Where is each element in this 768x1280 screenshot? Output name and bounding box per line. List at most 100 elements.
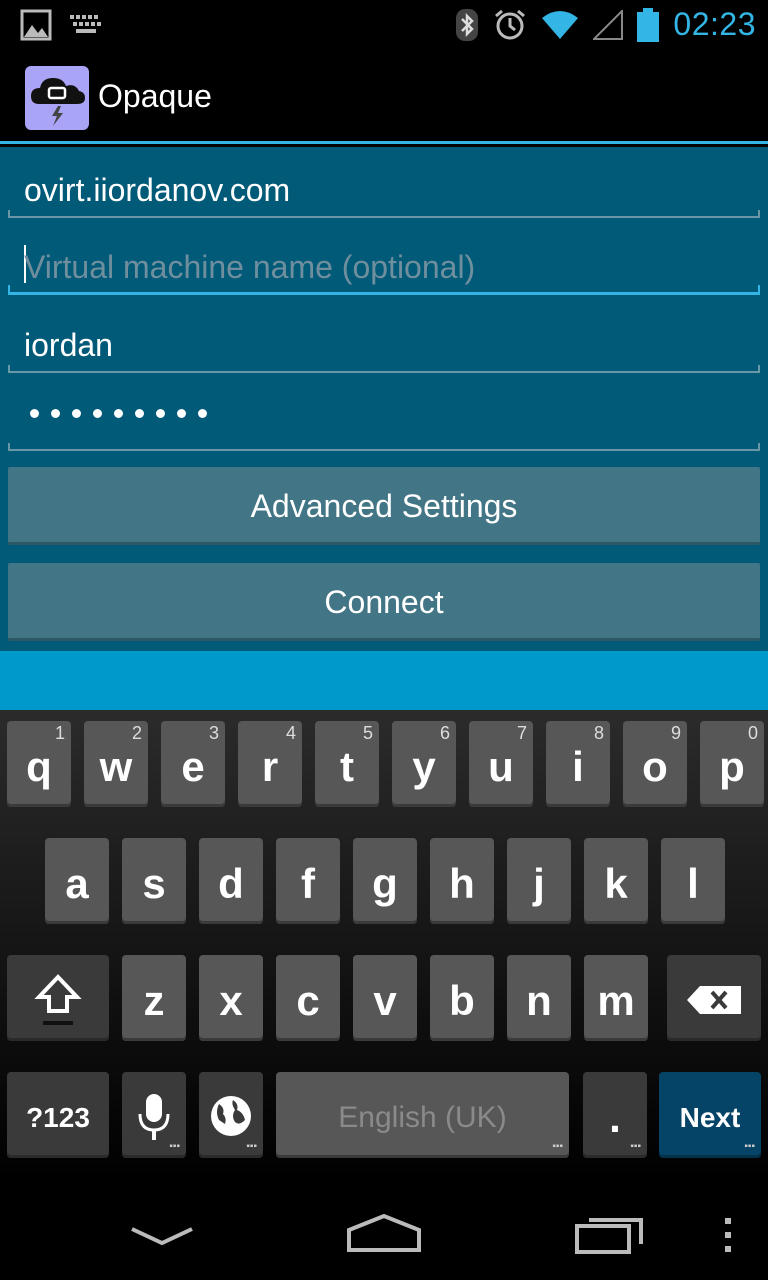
language-key[interactable]: ▪▪▪ (199, 1072, 263, 1158)
key-label: r (261, 743, 279, 790)
password-dot (51, 409, 60, 418)
microphone-icon (138, 1094, 170, 1140)
key-label: s (142, 860, 166, 907)
key-v[interactable]: v (353, 955, 417, 1041)
key-label: v (373, 977, 397, 1024)
key-label: o (642, 743, 668, 790)
action-bar: Opaque (0, 50, 768, 144)
signal-icon (593, 9, 624, 40)
bluetooth-icon (456, 8, 479, 41)
key-k[interactable]: k (584, 838, 648, 924)
key-r[interactable]: r4 (238, 721, 302, 807)
key-label: x (219, 977, 243, 1024)
key-label: f (301, 860, 315, 907)
home-icon[interactable] (346, 1212, 422, 1252)
period-key-label: . (609, 1094, 621, 1141)
key-label: t (340, 743, 354, 790)
key-hint: 2 (131, 723, 142, 743)
vm-name-placeholder: Virtual machine name (optional) (24, 249, 476, 285)
key-y[interactable]: y6 (392, 721, 456, 807)
key-hint: 0 (747, 723, 758, 743)
key-f[interactable]: f (276, 838, 340, 924)
username-value: iordan (24, 327, 113, 363)
picture-icon (20, 9, 52, 41)
key-label: d (218, 860, 244, 907)
key-h[interactable]: h (430, 838, 494, 924)
key-q[interactable]: q1 (7, 721, 71, 807)
key-w[interactable]: w2 (84, 721, 148, 807)
field-underline (8, 210, 760, 218)
voice-input-key[interactable]: ▪▪▪ (122, 1072, 186, 1158)
key-d[interactable]: d (199, 838, 263, 924)
key-label: a (65, 860, 89, 907)
more-options-indicator: ▪▪▪ (246, 1141, 257, 1152)
key-c[interactable]: c (276, 955, 340, 1041)
menu-icon[interactable] (723, 1218, 733, 1252)
next-key[interactable]: Next ▪▪▪ (659, 1072, 761, 1158)
key-m[interactable]: m (584, 955, 648, 1041)
space-key-label: English (UK) (338, 1101, 507, 1134)
key-i[interactable]: i8 (546, 721, 610, 807)
password-dot (177, 409, 186, 418)
cloud-lightning-icon[interactable] (25, 66, 89, 130)
soft-keyboard: ?123 ▪▪▪ ▪▪▪ English (UK) ▪▪▪ . ▪▪▪ Next… (0, 710, 768, 1180)
vm-name-field[interactable]: Virtual machine name (optional) (8, 231, 760, 295)
key-z[interactable]: z (122, 955, 186, 1041)
server-field[interactable]: ovirt.iiordanov.com (8, 154, 760, 218)
key-label: k (604, 860, 628, 907)
field-underline (8, 443, 760, 451)
content-spacer (0, 651, 768, 710)
key-x[interactable]: x (199, 955, 263, 1041)
key-o[interactable]: o9 (623, 721, 687, 807)
key-label: y (412, 743, 436, 790)
password-dot (135, 409, 144, 418)
advanced-settings-button[interactable]: Advanced Settings (8, 467, 760, 545)
key-label: w (99, 743, 133, 790)
key-hint: 6 (439, 723, 450, 743)
key-e[interactable]: e3 (161, 721, 225, 807)
wifi-icon (542, 10, 579, 39)
key-l[interactable]: l (661, 838, 725, 924)
key-hint: 4 (285, 723, 296, 743)
key-u[interactable]: u7 (469, 721, 533, 807)
shift-key[interactable] (7, 955, 109, 1041)
key-p[interactable]: p0 (700, 721, 764, 807)
key-hint: 5 (362, 723, 373, 743)
key-label: g (372, 860, 398, 907)
key-g[interactable]: g (353, 838, 417, 924)
key-label: b (449, 977, 475, 1024)
password-dot (198, 409, 207, 418)
key-hint: 1 (54, 723, 65, 743)
globe-icon (211, 1096, 251, 1136)
symbols-key[interactable]: ?123 (7, 1072, 109, 1158)
key-s[interactable]: s (122, 838, 186, 924)
key-a[interactable]: a (45, 838, 109, 924)
key-label: i (572, 743, 584, 790)
username-field[interactable]: iordan (8, 309, 760, 373)
connect-button[interactable]: Connect (8, 563, 760, 641)
field-underline (8, 365, 760, 373)
period-key[interactable]: . ▪▪▪ (583, 1072, 647, 1158)
key-t[interactable]: t5 (315, 721, 379, 807)
key-hint: 3 (208, 723, 219, 743)
space-key[interactable]: English (UK) ▪▪▪ (276, 1072, 569, 1158)
key-label: h (449, 860, 475, 907)
recent-apps-icon[interactable] (575, 1214, 645, 1254)
next-key-label: Next (679, 1102, 741, 1133)
password-field[interactable] (8, 387, 760, 451)
more-options-indicator: ▪▪▪ (744, 1141, 755, 1152)
password-dot (30, 409, 39, 418)
key-n[interactable]: n (507, 955, 571, 1041)
password-dot (156, 409, 165, 418)
password-mask (30, 409, 207, 418)
backspace-key[interactable] (667, 955, 761, 1041)
key-label: c (296, 977, 320, 1024)
key-j[interactable]: j (507, 838, 571, 924)
key-label: p (719, 743, 745, 790)
key-label: u (488, 743, 514, 790)
app-title: Opaque (98, 78, 212, 114)
key-b[interactable]: b (430, 955, 494, 1041)
key-label: z (143, 977, 165, 1024)
back-icon[interactable] (130, 1225, 194, 1255)
more-options-indicator: ▪▪▪ (169, 1141, 180, 1152)
